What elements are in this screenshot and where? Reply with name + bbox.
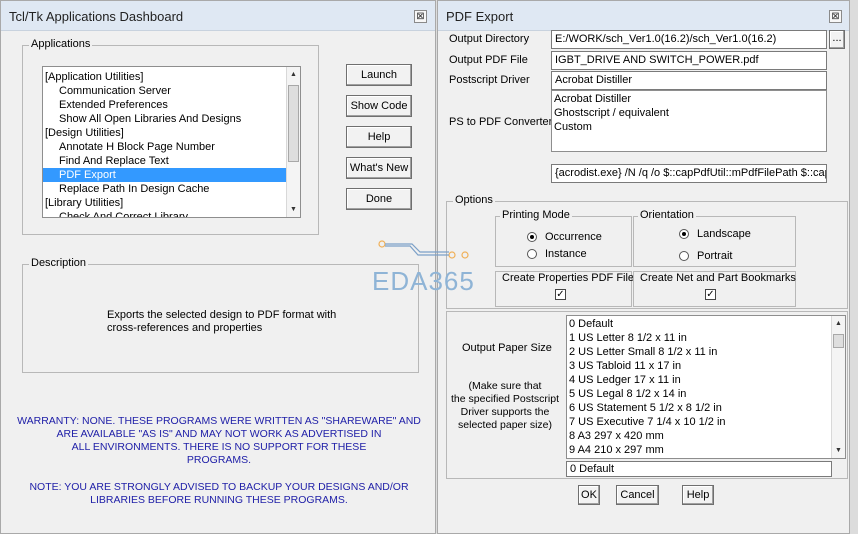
- whats-new-button[interactable]: What's New: [346, 157, 412, 179]
- list-item[interactable]: 6 US Statement 5 1/2 x 8 1/2 in: [567, 401, 845, 415]
- output-pdf-label: Output PDF File: [449, 54, 528, 66]
- orientation-label: Orientation: [638, 209, 696, 221]
- scroll-down-icon[interactable]: ▼: [287, 203, 300, 216]
- list-item[interactable]: Communication Server: [43, 84, 286, 98]
- occurrence-label[interactable]: Occurrence: [545, 231, 602, 243]
- list-item[interactable]: 2 US Letter Small 8 1/2 x 11 in: [567, 345, 845, 359]
- instance-label[interactable]: Instance: [545, 248, 587, 260]
- pdf-export-window: PDF Export ⊠ Output Directory E:/WORK/sc…: [437, 0, 850, 534]
- ok-button[interactable]: OK: [578, 485, 600, 505]
- list-item[interactable]: 5 US Legal 8 1/2 x 14 in: [567, 387, 845, 401]
- pdf-export-title: PDF Export: [446, 9, 514, 24]
- create-bookmarks-checkbox[interactable]: ✓: [705, 289, 716, 300]
- ps-to-pdf-label: PS to PDF Converter: [449, 116, 553, 128]
- paper-size-scrollbar[interactable]: ▲ ▼: [831, 316, 845, 458]
- create-properties-checkbox[interactable]: ✓: [555, 289, 566, 300]
- dashboard-close-icon[interactable]: ⊠: [414, 10, 427, 23]
- list-item[interactable]: Show All Open Libraries And Designs: [43, 112, 286, 126]
- description-text-line2: cross-references and properties: [107, 322, 263, 334]
- converter-option[interactable]: Custom: [552, 120, 826, 134]
- paper-note-line: selected paper size): [458, 419, 552, 431]
- paper-note-line: Driver supports the: [460, 406, 550, 418]
- paper-size-list-items: 0 Default 1 US Letter 8 1/2 x 11 in 2 US L…: [567, 317, 845, 457]
- postscript-driver-field[interactable]: Acrobat Distiller: [551, 71, 827, 90]
- output-directory-field[interactable]: E:/WORK/sch_Ver1.0(16.2)/sch_Ver1.0(16.2…: [551, 30, 827, 49]
- list-item[interactable]: [Library Utilities]: [43, 196, 286, 210]
- options-label: Options: [453, 194, 495, 206]
- converter-command-field[interactable]: {acrodist.exe} /N /q /o $::capPdfUtil::m…: [551, 164, 827, 183]
- create-bookmarks-label: Create Net and Part Bookmarks: [640, 272, 796, 284]
- browse-button[interactable]: ...: [829, 30, 845, 49]
- postscript-driver-label: Postscript Driver: [449, 74, 530, 86]
- help-button[interactable]: Help: [346, 126, 412, 148]
- list-item[interactable]: 0 Default: [567, 317, 845, 331]
- dashboard-titlebar[interactable]: Tcl/Tk Applications Dashboard ⊠: [1, 1, 435, 31]
- applications-scrollbar[interactable]: ▲ ▼: [286, 67, 300, 217]
- output-directory-label: Output Directory: [449, 33, 530, 45]
- paper-size-list[interactable]: 0 Default 1 US Letter 8 1/2 x 11 in 2 US L…: [566, 315, 846, 459]
- list-item[interactable]: 8 A3 297 x 420 mm: [567, 429, 845, 443]
- list-item[interactable]: Annotate H Block Page Number: [43, 140, 286, 154]
- warranty-line: ALL ENVIRONMENTS. THERE IS NO SUPPORT FO…: [71, 441, 367, 453]
- scroll-up-icon[interactable]: ▲: [832, 317, 845, 330]
- portrait-label[interactable]: Portrait: [697, 250, 732, 262]
- applications-list[interactable]: [Application Utilities] Communication Ser…: [42, 66, 301, 218]
- list-item[interactable]: 4 US Ledger 17 x 11 in: [567, 373, 845, 387]
- watermark-text: EDA365: [372, 266, 475, 296]
- converter-option[interactable]: Ghostscript / equivalent: [552, 106, 826, 120]
- pdf-export-titlebar[interactable]: PDF Export ⊠: [438, 1, 849, 31]
- converter-option[interactable]: Acrobat Distiller: [552, 92, 826, 106]
- pdf-export-close-icon[interactable]: ⊠: [829, 10, 842, 23]
- warranty-line: ARE AVAILABLE "AS IS" AND MAY NOT WORK A…: [56, 428, 382, 440]
- printing-mode-label: Printing Mode: [500, 209, 572, 221]
- paper-note-line: the specified Postscript: [451, 393, 559, 405]
- list-item[interactable]: Check And Correct Library: [43, 210, 286, 217]
- list-item[interactable]: 7 US Executive 7 1/4 x 10 1/2 in: [567, 415, 845, 429]
- dashboard-title: Tcl/Tk Applications Dashboard: [9, 9, 184, 24]
- paper-size-note: (Make sure that the specified Postscript…: [448, 380, 562, 432]
- warranty-text: WARRANTY: NONE. THESE PROGRAMS WERE WRIT…: [11, 415, 427, 467]
- list-item[interactable]: Replace Path In Design Cache: [43, 182, 286, 196]
- description-text-line1: Exports the selected design to PDF forma…: [107, 309, 337, 321]
- scroll-down-icon[interactable]: ▼: [832, 444, 845, 457]
- paper-size-label: Output Paper Size: [462, 342, 552, 354]
- note-line: NOTE: YOU ARE STRONGLY ADVISED TO BACKUP…: [29, 481, 409, 493]
- create-properties-label: Create Properties PDF File: [502, 272, 635, 284]
- scroll-thumb[interactable]: [288, 85, 299, 162]
- cancel-button[interactable]: Cancel: [616, 485, 659, 505]
- occurrence-radio[interactable]: [527, 232, 537, 242]
- output-pdf-field[interactable]: IGBT_DRIVE AND SWITCH_POWER.pdf: [551, 51, 827, 70]
- list-item[interactable]: [Application Utilities]: [43, 70, 286, 84]
- warranty-line: PROGRAMS.: [186, 454, 252, 466]
- list-item[interactable]: [Design Utilities]: [43, 126, 286, 140]
- done-button[interactable]: Done: [346, 188, 412, 210]
- landscape-radio[interactable]: [679, 229, 689, 239]
- description-label: Description: [29, 257, 89, 269]
- launch-button[interactable]: Launch: [346, 64, 412, 86]
- show-code-button[interactable]: Show Code: [346, 95, 412, 117]
- applications-list-items: [Application Utilities] Communication Ser…: [43, 70, 300, 217]
- portrait-radio[interactable]: [679, 251, 689, 261]
- converter-list[interactable]: Acrobat Distiller Ghostscript / equivale…: [551, 90, 827, 152]
- scroll-thumb[interactable]: [833, 334, 844, 348]
- paper-size-selected-field[interactable]: 0 Default: [566, 461, 832, 477]
- instance-radio[interactable]: [527, 249, 537, 259]
- landscape-label[interactable]: Landscape: [697, 228, 751, 240]
- dashboard-window: Tcl/Tk Applications Dashboard ⊠ Applicat…: [0, 0, 436, 534]
- list-item[interactable]: 1 US Letter 8 1/2 x 11 in: [567, 331, 845, 345]
- scroll-up-icon[interactable]: ▲: [287, 68, 300, 81]
- list-item[interactable]: Find And Replace Text: [43, 154, 286, 168]
- list-item[interactable]: Extended Preferences: [43, 98, 286, 112]
- applications-label: Applications: [29, 38, 93, 50]
- help-button[interactable]: Help: [682, 485, 714, 505]
- list-item[interactable]: 9 A4 210 x 297 mm: [567, 443, 845, 457]
- list-item[interactable]: PDF Export: [43, 168, 286, 182]
- warranty-line: WARRANTY: NONE. THESE PROGRAMS WERE WRIT…: [17, 415, 421, 427]
- paper-note-line: (Make sure that: [468, 380, 542, 392]
- list-item[interactable]: 3 US Tabloid 11 x 17 in: [567, 359, 845, 373]
- note-line: LIBRARIES BEFORE RUNNING THESE PROGRAMS.: [90, 494, 348, 506]
- note-text: NOTE: YOU ARE STRONGLY ADVISED TO BACKUP…: [11, 481, 427, 507]
